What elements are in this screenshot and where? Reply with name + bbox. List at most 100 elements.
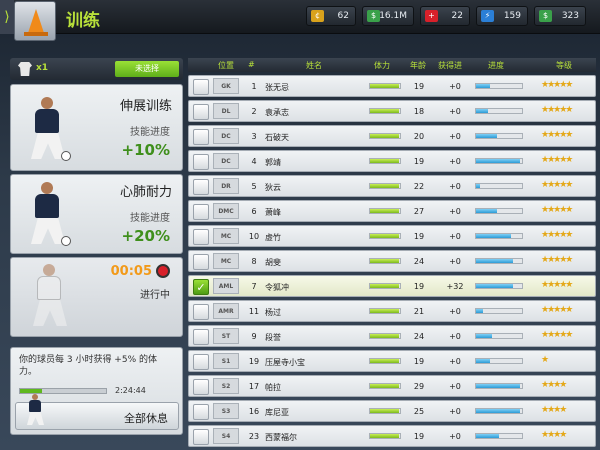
unselected-button[interactable]: 未选择 bbox=[115, 61, 179, 77]
level-stars-icon: ★★★★★ bbox=[541, 305, 573, 315]
position-badge: DMC bbox=[213, 203, 239, 219]
rest-all-button[interactable]: 全部休息 bbox=[15, 394, 179, 430]
table-row[interactable]: S1 19 压屋寺小宝 19 +0 ★ bbox=[188, 350, 596, 372]
stamina-bar bbox=[369, 258, 401, 264]
cash-icon: $ bbox=[539, 10, 552, 22]
player-name: 胡斐 bbox=[265, 258, 281, 267]
table-row[interactable]: DC 3 石破天 20 +0 ★★★★★ bbox=[188, 125, 596, 147]
stat-money[interactable]: $16.1M bbox=[362, 6, 414, 26]
row-checkbox[interactable]: ✓ bbox=[193, 279, 209, 295]
table-row[interactable]: GK 1 张无忌 19 +0 ★★★★★ bbox=[188, 75, 596, 97]
col-gain[interactable]: 获得进 bbox=[438, 60, 462, 71]
position-badge: MC bbox=[213, 228, 239, 244]
row-checkbox[interactable] bbox=[193, 229, 209, 245]
player-age: 19 bbox=[413, 432, 425, 441]
stopwatch-icon bbox=[156, 264, 170, 278]
table-row[interactable]: AMR 11 杨过 21 +0 ★★★★★ bbox=[188, 300, 596, 322]
stat-value: 22 bbox=[451, 11, 463, 21]
position-badge: S2 bbox=[213, 378, 239, 394]
row-checkbox[interactable] bbox=[193, 79, 209, 95]
stamina-bar bbox=[369, 83, 401, 89]
stat-medical[interactable]: +22 bbox=[420, 6, 470, 26]
table-row[interactable]: ST 9 段誉 24 +0 ★★★★★ bbox=[188, 325, 596, 347]
table-row[interactable]: S4 23 西蒙福尔 19 +0 ★★★★ bbox=[188, 425, 596, 447]
drill-value: +20% bbox=[121, 227, 170, 245]
col-number[interactable]: # bbox=[248, 60, 255, 69]
stat-cash[interactable]: $323 bbox=[534, 6, 586, 26]
player-number: 23 bbox=[248, 432, 260, 441]
rest-all-label: 全部休息 bbox=[124, 412, 168, 425]
col-stamina[interactable]: 体力 bbox=[374, 60, 390, 71]
player-number: 6 bbox=[251, 207, 257, 216]
gain-value: +0 bbox=[449, 132, 461, 141]
back-button[interactable]: ⟩ bbox=[0, 0, 14, 34]
row-checkbox[interactable] bbox=[193, 179, 209, 195]
col-progress[interactable]: 进度 bbox=[488, 60, 504, 71]
col-level[interactable]: 等级 bbox=[556, 60, 572, 71]
row-checkbox[interactable] bbox=[193, 154, 209, 170]
gain-value: +0 bbox=[449, 357, 461, 366]
table-row[interactable]: MC 8 胡斐 24 +0 ★★★★★ bbox=[188, 250, 596, 272]
player-age: 29 bbox=[413, 382, 425, 391]
row-checkbox[interactable] bbox=[193, 129, 209, 145]
player-age: 21 bbox=[413, 307, 425, 316]
player-name: 西蒙福尔 bbox=[265, 433, 297, 442]
stamina-bar bbox=[369, 308, 401, 314]
gain-value: +0 bbox=[449, 332, 461, 341]
player-name: 库尼亚 bbox=[265, 408, 289, 417]
progress-bar bbox=[475, 258, 523, 264]
player-age: 20 bbox=[413, 132, 425, 141]
player-name: 张无忌 bbox=[265, 83, 289, 92]
stamina-bar bbox=[369, 183, 401, 189]
drill-card-stretch[interactable]: 伸展训练 技能进度 +10% bbox=[10, 84, 183, 171]
player-number: 1 bbox=[251, 82, 257, 91]
row-checkbox[interactable] bbox=[193, 379, 209, 395]
position-badge: S4 bbox=[213, 428, 239, 444]
table-row[interactable]: DMC 6 萧峰 27 +0 ★★★★★ bbox=[188, 200, 596, 222]
drill-title: 伸展训练 bbox=[119, 99, 172, 114]
col-position[interactable]: 位置 bbox=[218, 60, 234, 71]
row-checkbox[interactable] bbox=[193, 304, 209, 320]
stat-value: 159 bbox=[503, 11, 521, 21]
stamina-bar bbox=[369, 383, 401, 389]
col-age[interactable]: 年龄 bbox=[410, 60, 426, 71]
table-row[interactable]: MC 10 虚竹 19 +0 ★★★★★ bbox=[188, 225, 596, 247]
row-checkbox[interactable] bbox=[193, 404, 209, 420]
player-name: 虚竹 bbox=[265, 233, 281, 242]
stat-coin[interactable]: ¢ 62 bbox=[306, 6, 356, 26]
shirt-count: x1 bbox=[36, 63, 49, 73]
col-name[interactable]: 姓名 bbox=[306, 60, 322, 71]
progress-bar bbox=[475, 408, 523, 414]
player-name: 郭靖 bbox=[265, 158, 281, 167]
table-row[interactable]: S3 16 库尼亚 25 +0 ★★★★ bbox=[188, 400, 596, 422]
gain-value: +0 bbox=[449, 107, 461, 116]
player-number: 10 bbox=[248, 232, 260, 241]
level-stars-icon: ★★★★★ bbox=[541, 205, 573, 215]
position-badge: ST bbox=[213, 328, 239, 344]
table-row[interactable]: S2 17 帕拉 29 +0 ★★★★ bbox=[188, 375, 596, 397]
training-cone-icon[interactable] bbox=[14, 1, 56, 41]
active-drill-card[interactable]: 00:05 进行中 bbox=[10, 257, 183, 337]
drill-card-cardio[interactable]: 心肺耐力 技能进度 +20% bbox=[10, 174, 183, 254]
table-row[interactable]: DL 2 袁承志 18 +0 ★★★★★ bbox=[188, 100, 596, 122]
player-age: 24 bbox=[413, 332, 425, 341]
player-name: 压屋寺小宝 bbox=[265, 358, 305, 367]
level-stars-icon: ★★★★★ bbox=[541, 230, 573, 240]
row-checkbox[interactable] bbox=[193, 104, 209, 120]
row-checkbox[interactable] bbox=[193, 429, 209, 445]
row-checkbox[interactable] bbox=[193, 254, 209, 270]
player-kick-image bbox=[17, 95, 79, 165]
table-row[interactable]: DC 4 郭靖 19 +0 ★★★★★ bbox=[188, 150, 596, 172]
gain-value: +0 bbox=[449, 82, 461, 91]
row-checkbox[interactable] bbox=[193, 329, 209, 345]
progress-bar bbox=[475, 358, 523, 364]
player-number: 7 bbox=[251, 282, 257, 291]
row-checkbox[interactable] bbox=[193, 354, 209, 370]
row-checkbox[interactable] bbox=[193, 204, 209, 220]
table-row[interactable]: ✓ AML 7 令狐冲 19 +32 ★★★★★ bbox=[188, 275, 596, 297]
level-stars-icon: ★★★★★ bbox=[541, 255, 573, 265]
stat-energy[interactable]: ⚡ 159 bbox=[476, 6, 528, 26]
table-row[interactable]: DR 5 狄云 22 +0 ★★★★★ bbox=[188, 175, 596, 197]
player-number: 9 bbox=[251, 332, 257, 341]
player-number: 3 bbox=[251, 132, 257, 141]
